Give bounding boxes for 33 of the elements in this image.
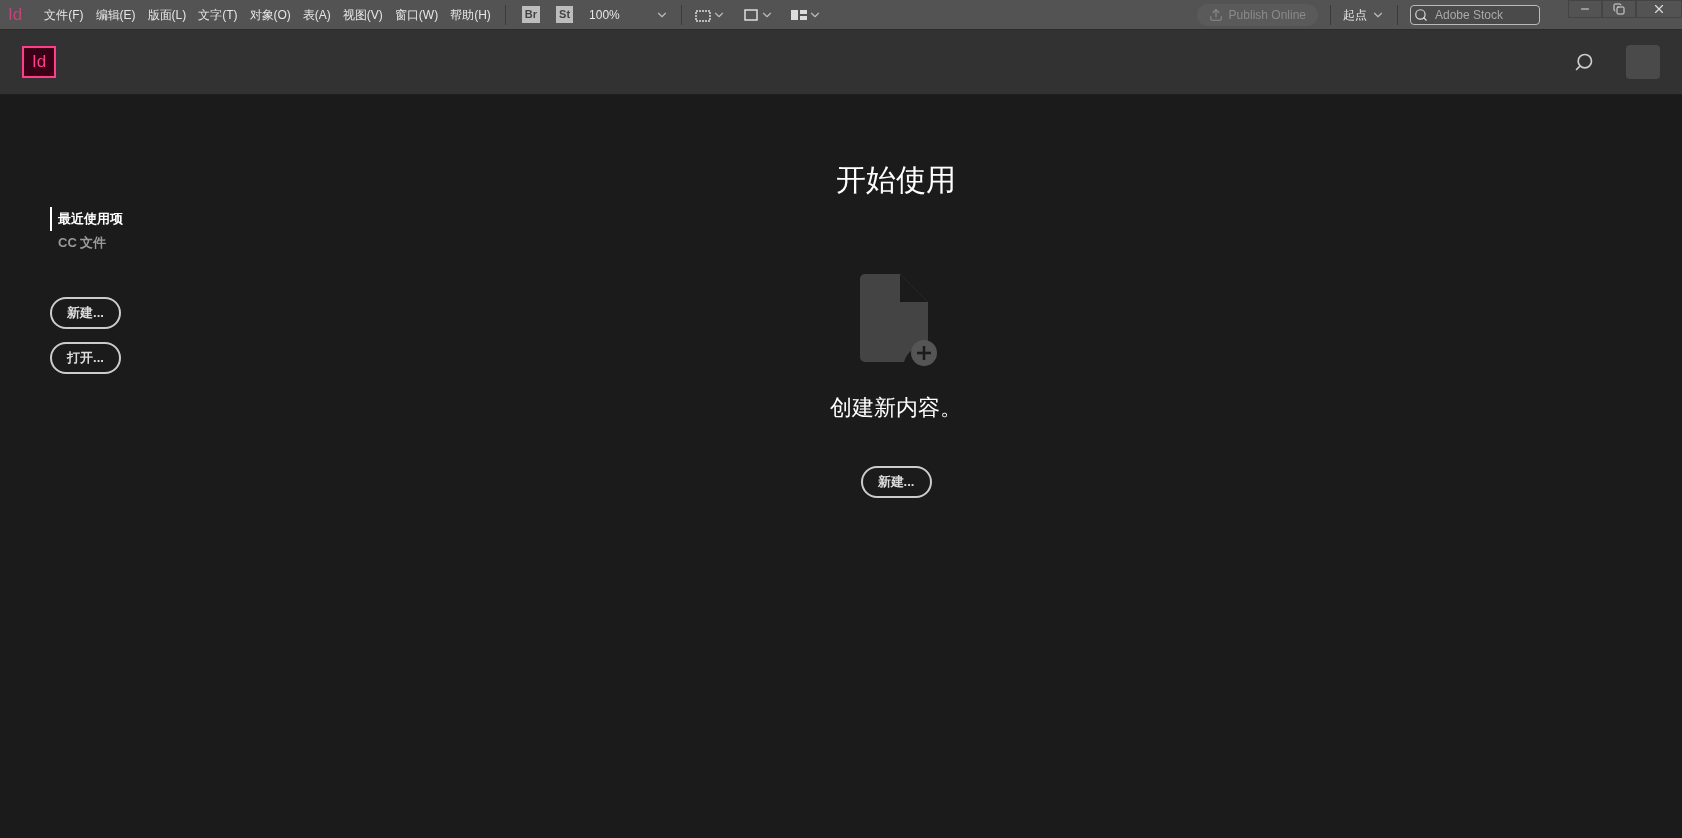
- search-icon[interactable]: [1574, 52, 1594, 72]
- page-title: 开始使用: [836, 162, 956, 198]
- screen-mode-icon[interactable]: [742, 6, 761, 23]
- minimize-button[interactable]: [1568, 0, 1602, 18]
- menu-item[interactable]: 版面(L): [141, 5, 193, 24]
- menu-item[interactable]: 表(A): [296, 5, 337, 24]
- app-logo: Id: [8, 3, 23, 26]
- stock-badge[interactable]: St: [556, 6, 574, 23]
- new-document-icon: [860, 274, 940, 369]
- menu-item[interactable]: 编辑(E): [89, 5, 142, 24]
- sidebar-button[interactable]: 打开...: [50, 342, 121, 374]
- share-icon: [1208, 7, 1223, 22]
- workspace-dropdown[interactable]: 起点: [1343, 5, 1385, 24]
- bridge-badge[interactable]: Br: [521, 6, 541, 23]
- menu-item[interactable]: 视图(V): [336, 5, 389, 24]
- empty-state-message: 创建新内容。: [830, 394, 962, 422]
- new-button[interactable]: 新建...: [860, 466, 932, 498]
- zoom-dropdown[interactable]: 100%: [589, 5, 670, 24]
- app-logo: Id: [22, 46, 56, 78]
- close-icon: [1652, 2, 1666, 16]
- menu-item[interactable]: 文件(F): [38, 5, 90, 24]
- sidebar-item[interactable]: CC 文件: [50, 231, 107, 255]
- stock-search-field[interactable]: Adobe Stock: [1410, 4, 1540, 25]
- sidebar-item[interactable]: 最近使用项: [50, 207, 123, 231]
- menu-item[interactable]: 帮助(H): [444, 5, 497, 24]
- menu-item[interactable]: 对象(O): [243, 5, 297, 24]
- sidebar-button[interactable]: 新建...: [50, 297, 121, 329]
- menu-item[interactable]: 窗口(W): [388, 5, 445, 24]
- close-button[interactable]: [1636, 0, 1682, 18]
- search-icon: [1414, 7, 1428, 22]
- restore-button[interactable]: [1602, 0, 1636, 18]
- restore-icon: [1613, 3, 1625, 15]
- menu-item[interactable]: 文字(T): [192, 5, 244, 24]
